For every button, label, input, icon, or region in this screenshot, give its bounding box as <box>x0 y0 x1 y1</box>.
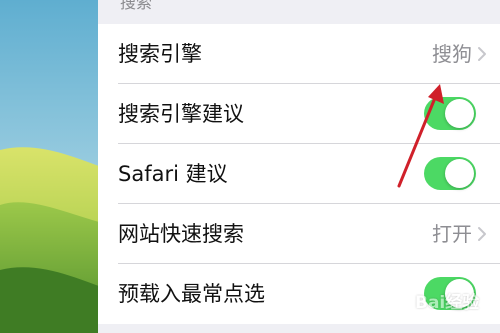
search-engine-suggestions-toggle[interactable] <box>424 97 476 130</box>
row-quick-website-search[interactable]: 网站快速搜索 打开 <box>98 204 500 264</box>
search-settings-group: 搜索引擎 搜狗 搜索引擎建议 Safari 建议 网站快速搜索 打开 预载入最常… <box>98 24 500 324</box>
toggle-knob <box>445 99 474 128</box>
chevron-right-icon <box>478 47 486 61</box>
row-label: 预载入最常点选 <box>118 282 265 306</box>
toggle-knob <box>445 159 474 188</box>
row-search-engine[interactable]: 搜索引擎 搜狗 <box>98 24 500 84</box>
safari-suggestions-toggle[interactable] <box>424 157 476 190</box>
watermark-text: Bai经验 <box>415 293 480 313</box>
section-header-search: 搜索 <box>120 0 153 12</box>
row-label: 搜索引擎 <box>118 42 202 66</box>
row-label: 搜索引擎建议 <box>118 102 244 126</box>
row-label: Safari 建议 <box>118 162 228 186</box>
home-wallpaper <box>0 0 110 333</box>
row-detail-value: 搜狗 <box>432 42 472 66</box>
row-search-engine-suggestions: 搜索引擎建议 <box>98 84 500 144</box>
baidu-watermark-logo: Bai经验 <box>395 280 495 324</box>
row-detail-value: 打开 <box>432 222 472 246</box>
row-safari-suggestions: Safari 建议 <box>98 144 500 204</box>
row-label: 网站快速搜索 <box>118 222 244 246</box>
chevron-right-icon <box>478 227 486 241</box>
